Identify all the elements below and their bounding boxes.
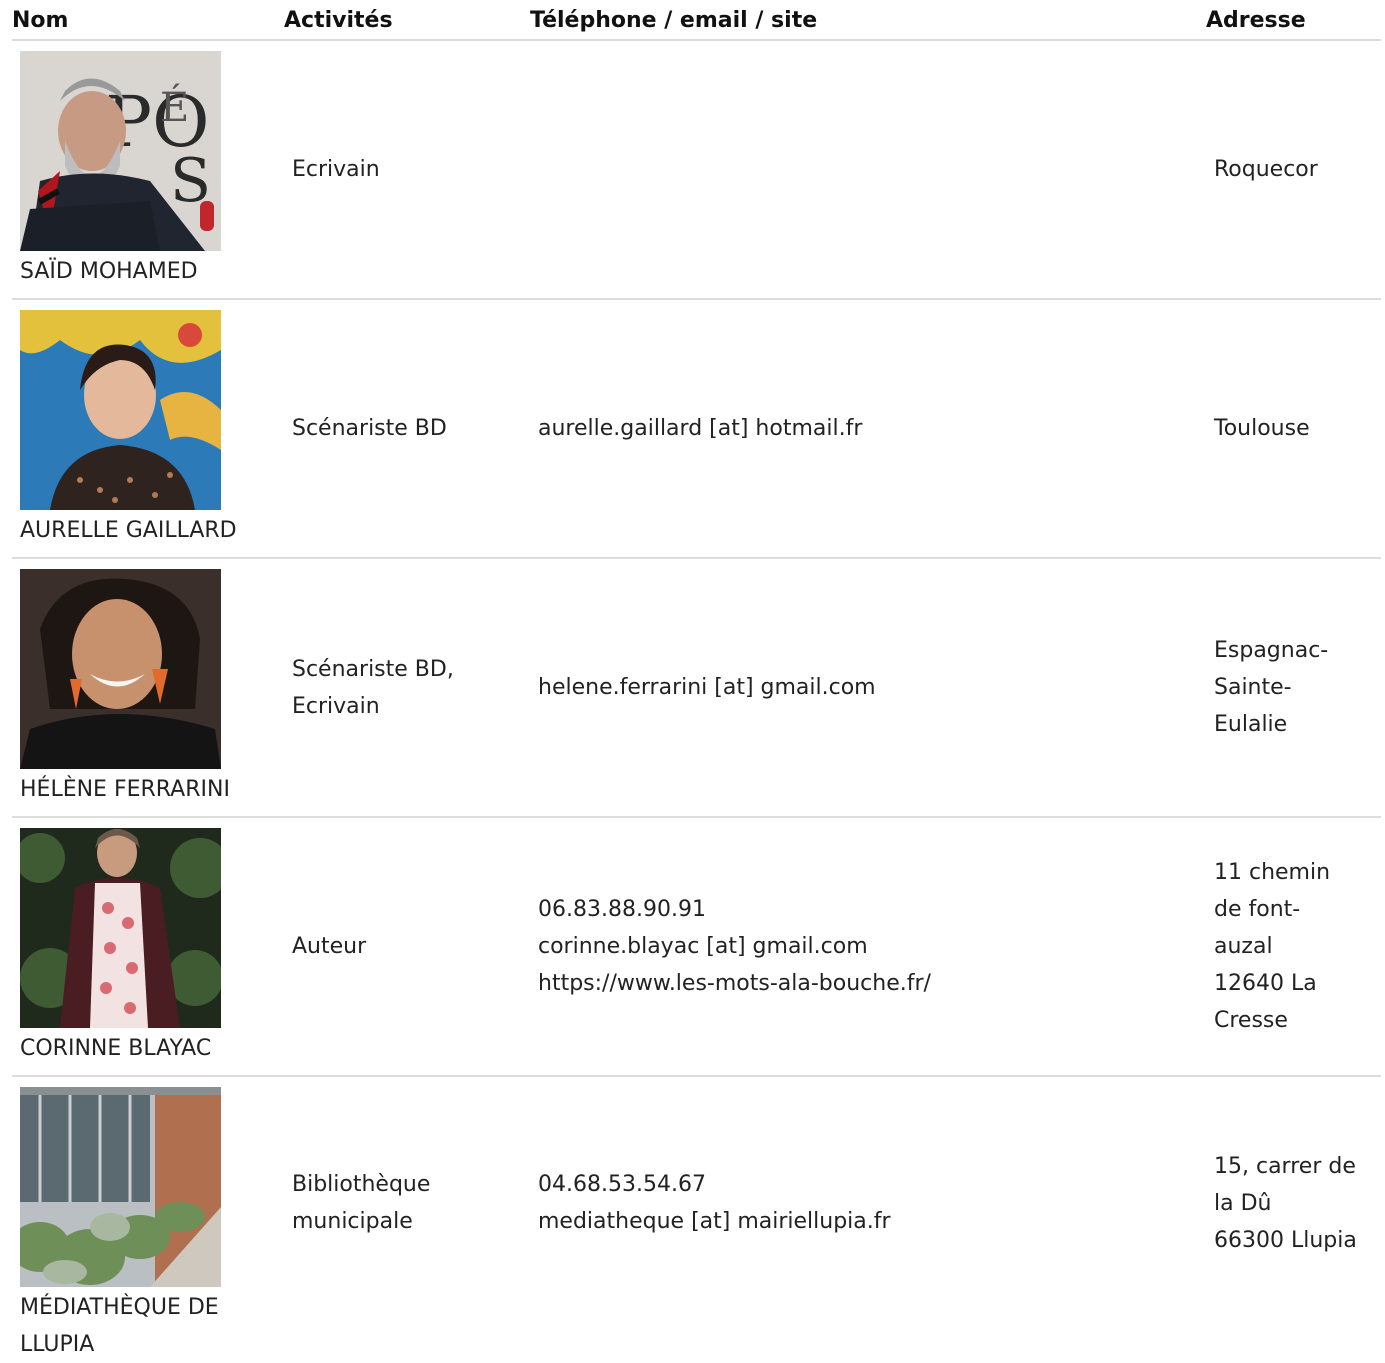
- address-cell: Roquecor: [1214, 41, 1381, 298]
- name-cell: MÉDIATHÈQUE DE LLUPIA: [20, 1087, 290, 1363]
- person-name[interactable]: CORINNE BLAYAC: [20, 1030, 290, 1067]
- activities-cell: Bibliothèque municipale: [292, 1077, 522, 1329]
- person-photo[interactable]: [20, 1087, 221, 1287]
- email-text[interactable]: mediatheque [at] mairiellupia.fr: [538, 1203, 891, 1240]
- table-row: AURELLE GAILLARD Scénariste BD aurelle.g…: [12, 300, 1381, 559]
- address-text: 15, carrer de la Dû 66300 Llupia: [1214, 1153, 1357, 1253]
- activities-text: Scénariste BD, Ecrivain: [292, 656, 454, 719]
- table-row: HÉLÈNE FERRARINI Scénariste BD, Ecrivain…: [12, 559, 1381, 818]
- activities-text: Scénariste BD: [292, 416, 447, 441]
- person-name[interactable]: AURELLE GAILLARD: [20, 512, 290, 549]
- address-cell: 15, carrer de la Dû 66300 Llupia: [1214, 1077, 1381, 1329]
- email-text[interactable]: corinne.blayac [at] gmail.com: [538, 928, 931, 965]
- address-text: Espagnac- Sainte- Eulalie: [1214, 638, 1329, 737]
- column-header-address: Adresse: [1206, 8, 1306, 33]
- address-text: Toulouse: [1214, 416, 1310, 441]
- address-cell: Espagnac- Sainte- Eulalie: [1214, 559, 1381, 816]
- name-cell: CORINNE BLAYAC: [20, 828, 290, 1067]
- person-photo[interactable]: [20, 828, 221, 1028]
- activities-cell: Ecrivain: [292, 41, 522, 298]
- contact-cell: 04.68.53.54.67 mediatheque [at] mairiell…: [538, 1077, 1198, 1329]
- activities-text: Bibliothèque municipale: [292, 1172, 431, 1234]
- address-cell: 11 chemin de font- auzal 12640 La Cresse: [1214, 818, 1381, 1075]
- person-name[interactable]: HÉLÈNE FERRARINI: [20, 771, 290, 808]
- column-header-contact: Téléphone / email / site: [530, 8, 818, 33]
- website-link[interactable]: https://www.les-mots-ala-bouche.fr/: [538, 965, 931, 1002]
- activities-cell: Scénariste BD: [292, 300, 522, 557]
- contact-cell: [538, 41, 1198, 298]
- directory-table: Nom Activités Téléphone / email / site A…: [12, 0, 1381, 1359]
- table-row: CORINNE BLAYAC Auteur 06.83.88.90.91 cor…: [12, 818, 1381, 1077]
- name-cell: PO S É SAÏD MOHAMED: [20, 51, 290, 290]
- column-header-name: Nom: [12, 8, 69, 33]
- email-text[interactable]: aurelle.gaillard [at] hotmail.fr: [538, 410, 862, 447]
- person-photo[interactable]: PO S É: [20, 51, 221, 251]
- address-cell: Toulouse: [1214, 300, 1381, 557]
- activities-cell: Scénariste BD, Ecrivain: [292, 559, 522, 816]
- activities-cell: Auteur: [292, 818, 522, 1075]
- contact-cell: helene.ferrarini [at] gmail.com: [538, 559, 1198, 816]
- address-text: 11 chemin de font- auzal 12640 La Cresse: [1214, 860, 1331, 1033]
- activities-text: Ecrivain: [292, 157, 380, 182]
- svg-text:É: É: [160, 84, 189, 131]
- phone-text[interactable]: 06.83.88.90.91: [538, 891, 931, 928]
- table-row: PO S É SAÏD MOHAMED Ecrivain Roquecor: [12, 41, 1381, 300]
- contact-cell: 06.83.88.90.91 corinne.blayac [at] gmail…: [538, 818, 1198, 1075]
- table-row: MÉDIATHÈQUE DE LLUPIA Bibliothèque munic…: [12, 1077, 1381, 1359]
- email-text[interactable]: helene.ferrarini [at] gmail.com: [538, 669, 876, 706]
- person-photo[interactable]: [20, 310, 221, 510]
- contact-cell: aurelle.gaillard [at] hotmail.fr: [538, 300, 1198, 557]
- person-name[interactable]: SAÏD MOHAMED: [20, 253, 290, 290]
- contact-lines: 06.83.88.90.91 corinne.blayac [at] gmail…: [538, 891, 931, 1002]
- phone-text[interactable]: 04.68.53.54.67: [538, 1166, 891, 1203]
- column-header-activities: Activités: [284, 8, 393, 33]
- activities-text: Auteur: [292, 934, 367, 959]
- person-name[interactable]: MÉDIATHÈQUE DE LLUPIA: [20, 1289, 260, 1363]
- name-cell: HÉLÈNE FERRARINI: [20, 569, 290, 808]
- name-cell: AURELLE GAILLARD: [20, 310, 290, 549]
- person-photo[interactable]: [20, 569, 221, 769]
- table-header: Nom Activités Téléphone / email / site A…: [12, 0, 1381, 41]
- address-text: Roquecor: [1214, 157, 1318, 182]
- contact-lines: 04.68.53.54.67 mediatheque [at] mairiell…: [538, 1166, 891, 1240]
